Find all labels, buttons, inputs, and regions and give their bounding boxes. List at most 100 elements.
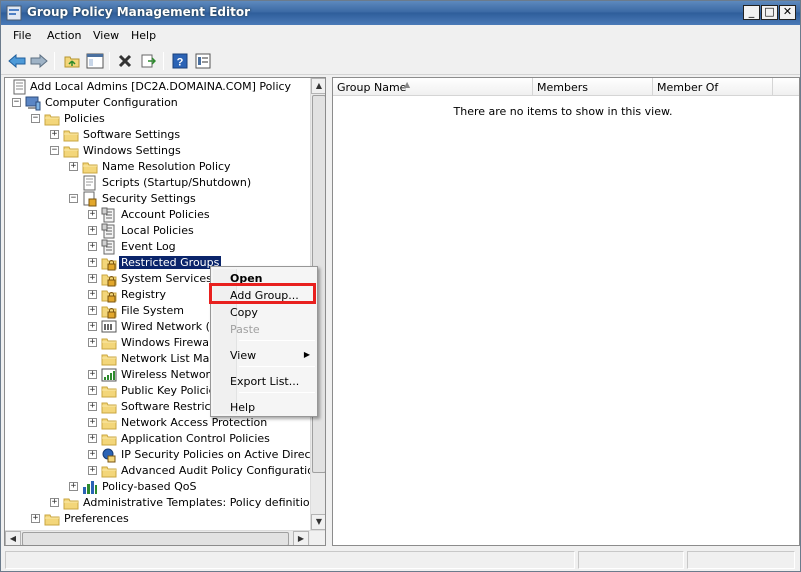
tree-node-label[interactable]: Event Log (119, 240, 178, 253)
expand-toggle[interactable]: + (31, 514, 40, 523)
tree-node[interactable]: + Event Log (5, 239, 310, 255)
properties-icon[interactable] (193, 51, 213, 71)
minimize-button[interactable]: _ (743, 5, 760, 20)
tree-node-label[interactable]: Windows Settings (81, 144, 183, 157)
tree-node-label[interactable]: Policy-based QoS (100, 480, 199, 493)
expand-toggle[interactable]: + (69, 482, 78, 491)
tree-node[interactable]: + Network Access Protection (5, 415, 310, 431)
tree-node[interactable]: + Application Control Policies (5, 431, 310, 447)
column-header-member-of[interactable]: Member Of (653, 78, 773, 96)
expand-toggle[interactable]: + (88, 434, 97, 443)
tree-node-label[interactable]: Advanced Audit Policy Configuration (119, 464, 310, 477)
scroll-thumb[interactable] (22, 532, 289, 545)
tree-node-label[interactable]: IP Security Policies on Active Directory (119, 448, 310, 461)
expand-toggle[interactable]: + (88, 338, 97, 347)
tree-node[interactable]: Scripts (Startup/Shutdown) (5, 175, 310, 191)
tree-node-label[interactable]: System Services (119, 272, 214, 285)
scroll-left-button[interactable]: ◀ (5, 531, 21, 545)
scroll-up-button[interactable]: ▲ (311, 78, 325, 94)
tree-node-label[interactable]: Network Access Protection (119, 416, 269, 429)
restore-button[interactable]: □ (761, 5, 778, 20)
title-bar[interactable]: Group Policy Management Editor _ □ ✕ (1, 1, 800, 25)
expand-toggle[interactable]: + (88, 450, 97, 459)
tree-node-label[interactable]: Administrative Templates: Policy definit… (81, 496, 310, 509)
menu-item-view[interactable]: View ▶ (214, 346, 316, 365)
tree-node-label[interactable]: Restricted Groups (119, 256, 222, 269)
tree-node-label[interactable]: Computer Configuration (43, 96, 180, 109)
delete-icon[interactable] (115, 51, 135, 71)
expand-toggle[interactable]: + (88, 386, 97, 395)
tree-node-label[interactable]: Windows Firewall (119, 336, 217, 349)
tree-node[interactable]: + Administrative Templates: Policy defini… (5, 495, 310, 511)
tree-node[interactable]: + Advanced Audit Policy Configuration (5, 463, 310, 479)
tree-node-label[interactable]: Account Policies (119, 208, 212, 221)
tree-node[interactable]: − Policies (5, 111, 310, 127)
tree-node[interactable]: − Security Settings (5, 191, 310, 207)
tree-node-label[interactable]: Scripts (Startup/Shutdown) (100, 176, 253, 189)
export-list-icon[interactable] (138, 51, 158, 71)
expand-toggle[interactable]: + (88, 402, 97, 411)
menu-view[interactable]: View (93, 29, 119, 42)
back-arrow-icon[interactable] (7, 51, 27, 71)
tree-node-label[interactable]: Add Local Admins [DC2A.DOMAINA.COM] Poli… (28, 80, 293, 93)
up-folder-icon[interactable] (62, 51, 82, 71)
tree-node[interactable]: + Name Resolution Policy (5, 159, 310, 175)
tree-node-label[interactable]: Security Settings (100, 192, 198, 205)
tree-node[interactable]: + Account Policies (5, 207, 310, 223)
tree-node-label[interactable]: Public Key Policies (119, 384, 223, 397)
tree-node-label[interactable]: Software Restricti (119, 400, 220, 413)
tree-node-label[interactable]: Policies (62, 112, 107, 125)
expand-toggle[interactable]: + (88, 306, 97, 315)
scroll-down-button[interactable]: ▼ (311, 514, 325, 530)
tree-node-label[interactable]: Wireless Network (119, 368, 218, 381)
menu-help[interactable]: Help (131, 29, 156, 42)
tree-node[interactable]: − Windows Settings (5, 143, 310, 159)
tree-node[interactable]: + Local Policies (5, 223, 310, 239)
expand-toggle[interactable]: + (88, 290, 97, 299)
tree-node-label[interactable]: Wired Network (IE (119, 320, 222, 333)
annotation-highlight-box (209, 283, 316, 304)
menu-item-help[interactable]: Help (214, 398, 316, 417)
tree-node-label[interactable]: Name Resolution Policy (100, 160, 233, 173)
menu-file[interactable]: File (13, 29, 31, 42)
menu-action[interactable]: Action (47, 29, 81, 42)
forward-arrow-icon[interactable] (29, 51, 49, 71)
column-header-members[interactable]: Members (533, 78, 653, 96)
tree-node[interactable]: + IP Security Policies on Active Director… (5, 447, 310, 463)
show-hide-console-tree-icon[interactable] (85, 51, 105, 71)
expand-toggle[interactable]: + (50, 130, 59, 139)
menu-item-export-list[interactable]: Export List... (214, 372, 316, 391)
tree-node[interactable]: − Computer Configuration (5, 95, 310, 111)
tree-node-label[interactable]: Local Policies (119, 224, 196, 237)
help-icon[interactable]: ? (170, 51, 190, 71)
tree-node-label[interactable]: Application Control Policies (119, 432, 272, 445)
expand-toggle[interactable]: + (88, 226, 97, 235)
collapse-toggle[interactable]: − (69, 194, 78, 203)
collapse-toggle[interactable]: − (12, 98, 21, 107)
collapse-toggle[interactable]: − (31, 114, 40, 123)
tree-horizontal-scrollbar[interactable]: ◀ ▶ (5, 530, 325, 545)
tree-node-label[interactable]: File System (119, 304, 186, 317)
column-header-group-name[interactable]: Group Name ▲ (333, 78, 533, 96)
tree-node[interactable]: + Software Settings (5, 127, 310, 143)
expand-toggle[interactable]: + (88, 258, 97, 267)
folder-icon (82, 159, 98, 175)
tree-node[interactable]: Add Local Admins [DC2A.DOMAINA.COM] Poli… (5, 79, 310, 95)
expand-toggle[interactable]: + (88, 370, 97, 379)
tree-node[interactable]: + Policy-based QoS (5, 479, 310, 495)
expand-toggle[interactable]: + (88, 322, 97, 331)
tree-node-label[interactable]: Registry (119, 288, 168, 301)
scroll-right-button[interactable]: ▶ (293, 531, 309, 545)
tree-node-label[interactable]: Software Settings (81, 128, 182, 141)
collapse-toggle[interactable]: − (50, 146, 59, 155)
expand-toggle[interactable]: + (88, 274, 97, 283)
tree-node-label[interactable]: Preferences (62, 512, 131, 525)
close-button[interactable]: ✕ (779, 5, 796, 20)
expand-toggle[interactable]: + (50, 498, 59, 507)
expand-toggle[interactable]: + (69, 162, 78, 171)
tree-node[interactable]: + Preferences (5, 511, 310, 527)
expand-toggle[interactable]: + (88, 242, 97, 251)
expand-toggle[interactable]: + (88, 466, 97, 475)
expand-toggle[interactable]: + (88, 418, 97, 427)
expand-toggle[interactable]: + (88, 210, 97, 219)
